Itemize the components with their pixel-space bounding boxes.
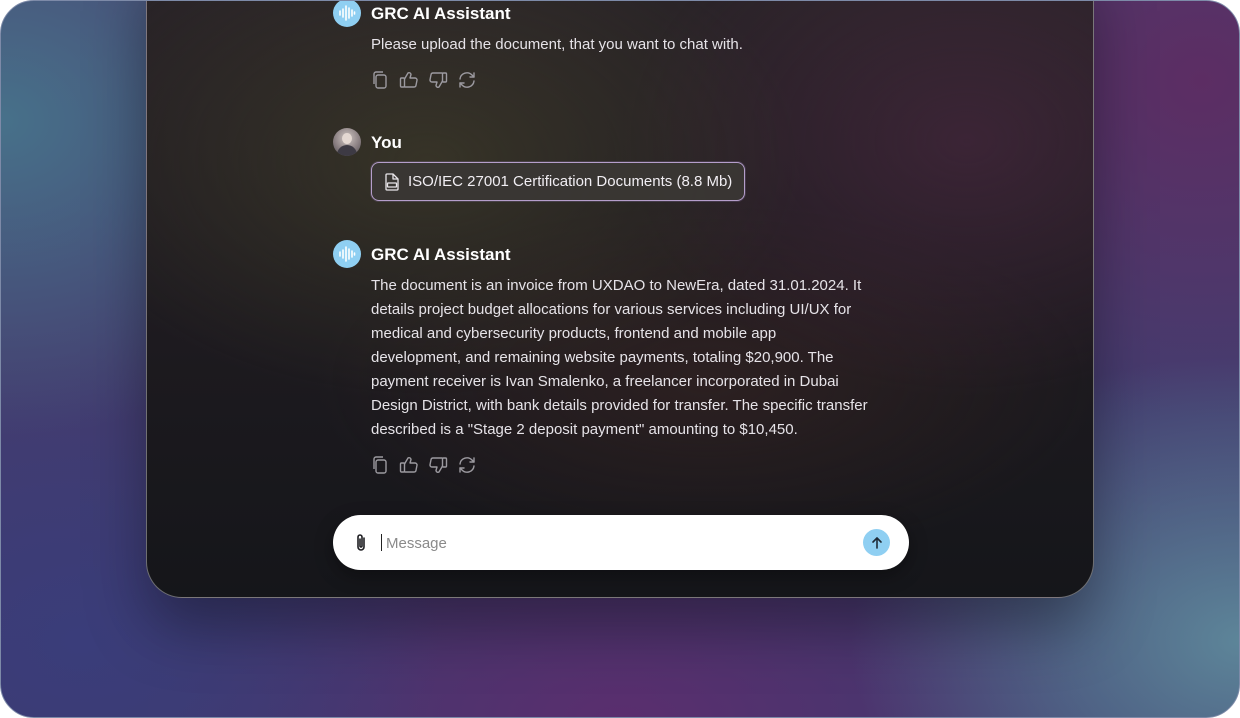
message-text-line: described is a "Stage 2 deposit payment"… <box>371 421 798 438</box>
voice-wave-icon <box>339 246 356 262</box>
message-text-line: The document is an invoice from UXDAO to… <box>371 277 862 294</box>
thumbs-down-icon[interactable] <box>428 455 448 475</box>
message-sender: GRC AI Assistant <box>371 4 511 23</box>
message-text-line: payment receiver is Ivan Smalenko, a fre… <box>371 373 839 390</box>
copy-icon[interactable] <box>370 70 390 90</box>
thumbs-down-icon[interactable] <box>428 70 448 90</box>
text-caret <box>381 534 382 551</box>
message-sender: GRC AI Assistant <box>371 245 511 264</box>
assistant-avatar <box>333 240 361 268</box>
copy-icon[interactable] <box>370 455 390 475</box>
message-sender: You <box>371 133 402 152</box>
paperclip-icon[interactable] <box>351 532 371 554</box>
thumbs-up-icon[interactable] <box>399 455 419 475</box>
voice-wave-icon <box>339 5 356 21</box>
message-text: Please upload the document, that you wan… <box>371 36 743 53</box>
thumbs-up-icon[interactable] <box>399 70 419 90</box>
user-avatar <box>333 128 361 156</box>
assistant-avatar <box>333 1 361 27</box>
pdf-file-icon <box>385 172 399 191</box>
app-frame: GRC AI Assistant Please upload the docum… <box>0 0 1240 718</box>
message-text-line: development, and remaining website payme… <box>371 349 834 366</box>
message-input[interactable] <box>384 527 858 560</box>
send-button[interactable] <box>863 529 890 556</box>
regenerate-icon[interactable] <box>457 70 477 90</box>
message-actions <box>370 455 477 475</box>
regenerate-icon[interactable] <box>457 455 477 475</box>
message-text-line: details project budget allocations for v… <box>371 301 852 318</box>
message-composer <box>333 515 909 570</box>
attachment-name: ISO/IEC 27001 Certification Documents (8… <box>408 173 733 190</box>
message-text-line: Design District, with bank details provi… <box>371 397 868 414</box>
message-text-line: medical and cybersecurity products, fron… <box>371 325 777 342</box>
attachment-chip[interactable]: ISO/IEC 27001 Certification Documents (8… <box>371 162 746 201</box>
message-text: The document is an invoice from UXDAO to… <box>371 274 911 442</box>
arrow-up-icon <box>871 536 882 549</box>
message-actions <box>370 70 477 90</box>
